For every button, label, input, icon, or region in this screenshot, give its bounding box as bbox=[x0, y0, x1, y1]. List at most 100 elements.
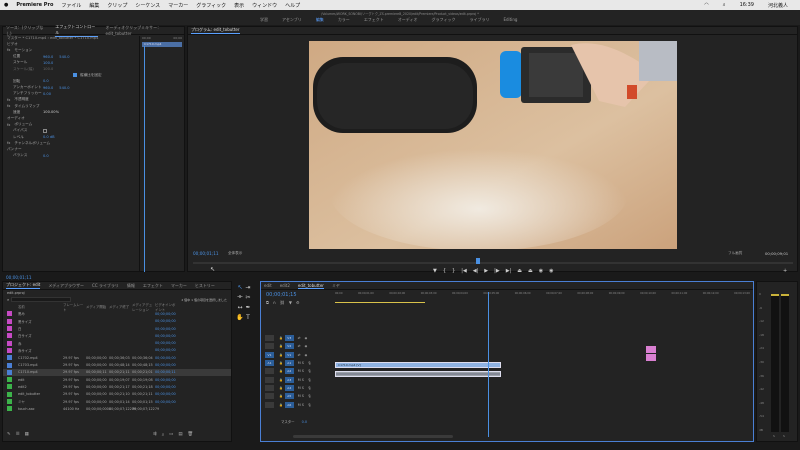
mic-icon[interactable]: 🎙 bbox=[308, 386, 312, 390]
automate-icon[interactable]: ⇶ bbox=[153, 432, 157, 438]
menu-edit[interactable]: 編集 bbox=[89, 2, 99, 9]
project-item[interactable]: 黒み 00;00;00;00 bbox=[3, 310, 231, 317]
label-color-swatch[interactable] bbox=[7, 347, 12, 353]
scale-value[interactable]: 100.0 bbox=[43, 61, 53, 65]
clip-pink-2[interactable] bbox=[646, 354, 656, 361]
track-target-button[interactable]: V1 bbox=[284, 351, 294, 358]
user-name[interactable]: 河北義人 bbox=[768, 2, 788, 9]
source-patch-button[interactable]: A1 bbox=[265, 360, 274, 367]
col-framerate[interactable]: フレームレート bbox=[63, 302, 86, 312]
source-patch-button[interactable] bbox=[265, 368, 274, 375]
play-icon[interactable]: ▶ bbox=[484, 268, 488, 274]
col-media-duration[interactable]: メディアデュレーション bbox=[132, 302, 155, 312]
track-target-button[interactable]: A5 bbox=[284, 393, 294, 400]
new-item-icon[interactable]: ▤ bbox=[178, 432, 182, 438]
type-icon[interactable]: T bbox=[244, 313, 252, 321]
label-color-swatch[interactable] bbox=[7, 384, 12, 390]
nest-icon[interactable]: ⧉ bbox=[266, 300, 269, 305]
project-item[interactable]: C1710.mp4 29.97 fps 00;00;00;11 00;00;21;11… bbox=[3, 368, 231, 376]
tab-seq-miya[interactable]: ミヤ bbox=[332, 283, 340, 289]
source-patch-button[interactable] bbox=[265, 376, 274, 383]
add-marker-icon[interactable]: ▼ bbox=[289, 300, 292, 305]
workspace-graphics[interactable]: グラフィック bbox=[432, 17, 456, 23]
label-color-swatch[interactable] bbox=[7, 391, 12, 397]
icon-view-icon[interactable]: ▦ bbox=[25, 432, 29, 437]
search-icon[interactable]: ⌕ bbox=[723, 2, 726, 9]
track-target-button[interactable]: A4 bbox=[284, 384, 294, 391]
rotation-value[interactable]: 0.0 bbox=[43, 79, 49, 83]
tab-media-browser[interactable]: メディアブラウザー bbox=[48, 283, 84, 289]
tab-seq-edit2[interactable]: edit2 bbox=[280, 283, 290, 288]
menu-sequence[interactable]: シーケンス bbox=[135, 2, 160, 9]
menu-window[interactable]: ウィンドウ bbox=[252, 2, 277, 9]
work-area-bar[interactable] bbox=[335, 302, 425, 303]
label-color-swatch[interactable] bbox=[7, 311, 12, 317]
lift-icon[interactable]: ⏏ bbox=[517, 268, 522, 274]
video-clip[interactable]: C1710.mp4 [V] bbox=[335, 362, 501, 368]
label-color-swatch[interactable] bbox=[7, 377, 12, 383]
in-point-icon[interactable]: { bbox=[443, 268, 446, 274]
bypass-checkbox[interactable] bbox=[43, 128, 47, 133]
pencil-icon[interactable]: ✎ bbox=[7, 432, 11, 437]
snap-icon[interactable]: ∩ bbox=[273, 300, 276, 305]
project-item[interactable]: 赤サイズ 00;00;00;00 bbox=[3, 347, 231, 354]
wifi-icon[interactable]: ◠ bbox=[704, 2, 708, 9]
hand-icon[interactable]: ✋ bbox=[236, 313, 244, 321]
program-playhead[interactable] bbox=[476, 258, 480, 264]
anchor-x[interactable]: 960.0 bbox=[43, 86, 53, 90]
fx-icon[interactable]: fx bbox=[7, 98, 10, 102]
quality-dropdown[interactable]: フル画質 bbox=[728, 251, 742, 256]
go-to-in-icon[interactable]: |◀ bbox=[461, 268, 467, 274]
project-item[interactable]: 白サイズ 00;00;00;00 bbox=[3, 332, 231, 339]
lock-icon[interactable]: 🔒 bbox=[279, 361, 283, 365]
lock-icon[interactable]: 🔒 bbox=[279, 369, 283, 373]
selection-tool-icon[interactable]: ↖ bbox=[236, 283, 244, 291]
ec-playhead[interactable] bbox=[144, 46, 145, 272]
menu-file[interactable]: ファイル bbox=[61, 2, 81, 9]
source-patch-button[interactable] bbox=[265, 335, 274, 342]
source-patch-button[interactable]: V1 bbox=[265, 351, 274, 358]
anchor-y[interactable]: 540.0 bbox=[59, 86, 69, 90]
label-color-swatch[interactable] bbox=[7, 406, 12, 412]
col-media-end[interactable]: メディア終了 bbox=[109, 304, 132, 309]
label-color-swatch[interactable] bbox=[7, 340, 12, 346]
level-value[interactable]: 0.0 dB bbox=[43, 135, 55, 139]
position-y[interactable]: 540.0 bbox=[59, 55, 69, 59]
mic-icon[interactable]: 🎙 bbox=[308, 394, 312, 398]
mic-icon[interactable]: 🎙 bbox=[308, 361, 312, 365]
col-video-in[interactable]: ビデオインポイント bbox=[155, 302, 178, 312]
tab-info[interactable]: 情報 bbox=[127, 283, 135, 289]
project-item[interactable]: C1703.mp4 29.97 fps 00;00;00;00 00;00;48;14… bbox=[3, 361, 231, 368]
track-select-icon[interactable]: ⇥ bbox=[244, 283, 252, 291]
solo-left[interactable]: S bbox=[773, 434, 775, 438]
fx-icon[interactable]: fx bbox=[7, 48, 10, 52]
export-frame-icon[interactable]: ◉ bbox=[539, 268, 543, 274]
source-patch-button[interactable] bbox=[265, 401, 274, 408]
project-item[interactable]: touch.aac 44100 Hz 00;00;00;0000 00;00;07;1… bbox=[3, 405, 231, 412]
position-x[interactable]: 960.0 bbox=[43, 55, 53, 59]
trash-icon[interactable]: 🗑 bbox=[187, 432, 193, 438]
workspace-libraries[interactable]: ライブラリ bbox=[469, 17, 489, 23]
new-bin-icon[interactable]: ▭ bbox=[169, 432, 173, 438]
menu-marker[interactable]: マーカー bbox=[168, 2, 188, 9]
marker-icon[interactable]: ▼ bbox=[433, 268, 437, 274]
sync-lock-icon[interactable]: ⇄ bbox=[298, 353, 301, 357]
fx-icon[interactable]: fx bbox=[7, 141, 10, 145]
settings-icon[interactable]: ⚙ bbox=[296, 300, 300, 305]
apple-icon[interactable]: ● bbox=[4, 2, 8, 8]
tab-program[interactable]: プログラム: edit_tobutter bbox=[191, 27, 240, 34]
flicker-value[interactable]: 0.00 bbox=[43, 92, 51, 96]
workspace-editing[interactable]: Editing bbox=[503, 17, 517, 23]
project-item[interactable]: ミヤ 29.97 fps 00;00;00;00 00;00;01;14 00;00;0… bbox=[3, 398, 231, 405]
track-target-button[interactable]: A3 bbox=[284, 376, 294, 383]
workspace-audio[interactable]: オーディオ bbox=[398, 17, 418, 23]
mic-icon[interactable]: 🎙 bbox=[308, 369, 312, 373]
mute-solo-buttons[interactable]: M S bbox=[298, 403, 304, 407]
program-timecode[interactable]: 00;00;01;11 bbox=[193, 251, 219, 256]
timeline-timecode[interactable]: 00;00;01;15 bbox=[266, 292, 297, 298]
step-back-icon[interactable]: ◀| bbox=[473, 268, 479, 274]
ripple-edit-icon[interactable]: ⟛ bbox=[236, 293, 244, 301]
label-color-swatch[interactable] bbox=[7, 362, 12, 368]
lock-icon[interactable]: 🔒 bbox=[279, 386, 283, 390]
uniform-checkbox[interactable] bbox=[73, 73, 77, 78]
